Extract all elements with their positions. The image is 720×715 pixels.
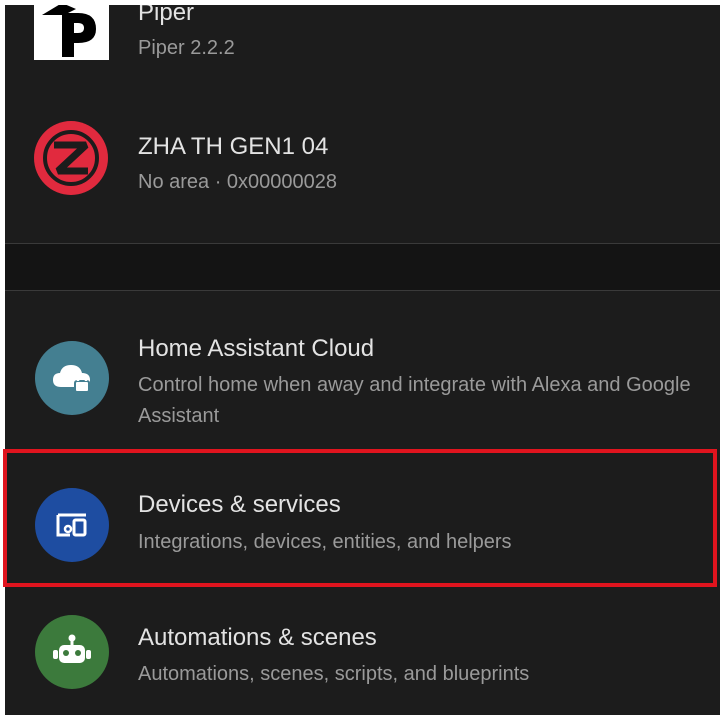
piper-logo-icon	[34, 5, 109, 60]
robot-icon	[35, 615, 109, 689]
section-gap	[5, 244, 720, 290]
settings-subtitle: Control home when away and integrate wit…	[138, 374, 691, 427]
settings-item-automations[interactable]: Automations & scenes Automations, scenes…	[5, 595, 720, 715]
settings-item-cloud[interactable]: Home Assistant Cloud Control home when a…	[5, 291, 720, 445]
cloud-lock-icon	[35, 341, 109, 415]
zigbee-logo-icon	[34, 121, 108, 195]
settings-panel: Piper Piper 2.2.2 ZHA TH GEN1 04 No area…	[5, 5, 720, 715]
devices-icon	[35, 488, 109, 562]
integration-title: Piper	[138, 5, 195, 26]
settings-title: Automations & scenes	[138, 624, 377, 651]
integration-subtitle: No area · 0x00000028	[138, 171, 338, 193]
integration-item-zha[interactable]: ZHA TH GEN1 04 No area · 0x00000028	[5, 95, 720, 244]
settings-subtitle: Automations, scenes, scripts, and bluepr…	[138, 663, 530, 685]
integration-subtitle: Piper 2.2.2	[138, 37, 235, 59]
integration-title: ZHA TH GEN1 04	[138, 133, 329, 160]
settings-title: Devices & services	[138, 491, 341, 518]
settings-title: Home Assistant Cloud	[138, 335, 375, 362]
settings-subtitle: Integrations, devices, entities, and hel…	[138, 531, 512, 553]
settings-item-devices[interactable]: Devices & services Integrations, devices…	[5, 451, 720, 591]
integration-item-piper[interactable]: Piper Piper 2.2.2	[5, 5, 720, 95]
